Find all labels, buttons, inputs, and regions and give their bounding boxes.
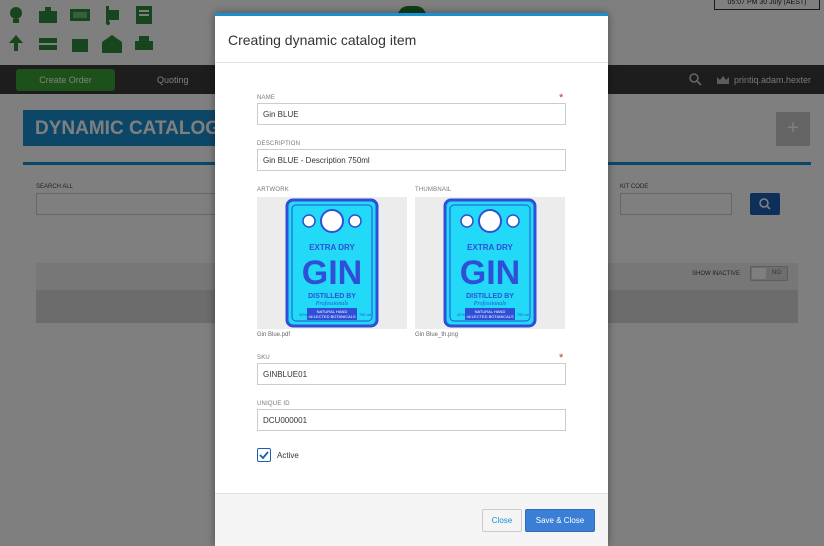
description-label: DESCRIPTION bbox=[257, 141, 301, 147]
create-catalog-item-modal: Creating dynamic catalog item NAME * Gin… bbox=[215, 13, 608, 546]
sku-field[interactable]: GINBLUE01 bbox=[257, 363, 566, 385]
modal-title: Creating dynamic catalog item bbox=[228, 32, 417, 48]
artwork-filename: Gin Blue.pdf bbox=[257, 332, 291, 338]
label-distilled-by: DISTILLED BY bbox=[308, 293, 356, 300]
save-and-close-button[interactable]: Save & Close bbox=[525, 509, 595, 532]
active-label: Active bbox=[277, 451, 299, 460]
label-extra-dry: EXTRA DRY bbox=[309, 243, 355, 252]
label-size: 750 ml bbox=[359, 312, 371, 317]
unique-id-field[interactable]: DCU000001 bbox=[257, 409, 566, 431]
name-label: NAME bbox=[257, 95, 276, 101]
modal-header: Creating dynamic catalog item bbox=[215, 16, 608, 63]
unique-id-label: UNIQUE ID bbox=[257, 401, 290, 407]
label-professionals: Professionals bbox=[315, 300, 349, 307]
thumbnail-label: THUMBNAIL bbox=[415, 187, 452, 193]
thumb-botanicals: SELECTED BOTANICALS bbox=[466, 314, 514, 319]
gin-thumbnail-image: EXTRA DRY GIN DISTILLED BY Professionals… bbox=[443, 198, 537, 328]
gin-label-image: EXTRA DRY GIN DISTILLED BY Professionals… bbox=[285, 198, 379, 328]
thumb-distilled-by: DISTILLED BY bbox=[466, 293, 514, 300]
checkmark-icon bbox=[259, 451, 269, 460]
thumbnail-preview[interactable]: EXTRA DRY GIN DISTILLED BY Professionals… bbox=[415, 197, 565, 329]
thumb-gin: GIN bbox=[460, 254, 520, 292]
thumb-professionals: Professionals bbox=[473, 300, 507, 307]
thumb-extra-dry: EXTRA DRY bbox=[467, 243, 513, 252]
label-botanicals: SELECTED BOTANICALS bbox=[308, 314, 356, 319]
close-button[interactable]: Close bbox=[482, 509, 522, 532]
thumb-size: 750 ml bbox=[517, 312, 529, 317]
artwork-label: ARTWORK bbox=[257, 187, 289, 193]
active-checkbox[interactable] bbox=[257, 448, 271, 462]
modal-footer: Close Save & Close bbox=[215, 493, 608, 546]
name-field[interactable]: Gin BLUE bbox=[257, 103, 566, 125]
thumb-abv: 42% alc bbox=[457, 312, 471, 317]
description-field[interactable]: Gin BLUE - Description 750ml bbox=[257, 149, 566, 171]
thumbnail-filename: Gin Blue_th.png bbox=[415, 332, 459, 338]
modal-body: NAME * Gin BLUE DESCRIPTION Gin BLUE - D… bbox=[215, 63, 608, 493]
artwork-preview[interactable]: EXTRA DRY GIN DISTILLED BY Professionals… bbox=[257, 197, 407, 329]
sku-label: SKU bbox=[257, 355, 270, 361]
label-gin: GIN bbox=[302, 254, 362, 292]
label-abv: 42% alc bbox=[299, 312, 313, 317]
